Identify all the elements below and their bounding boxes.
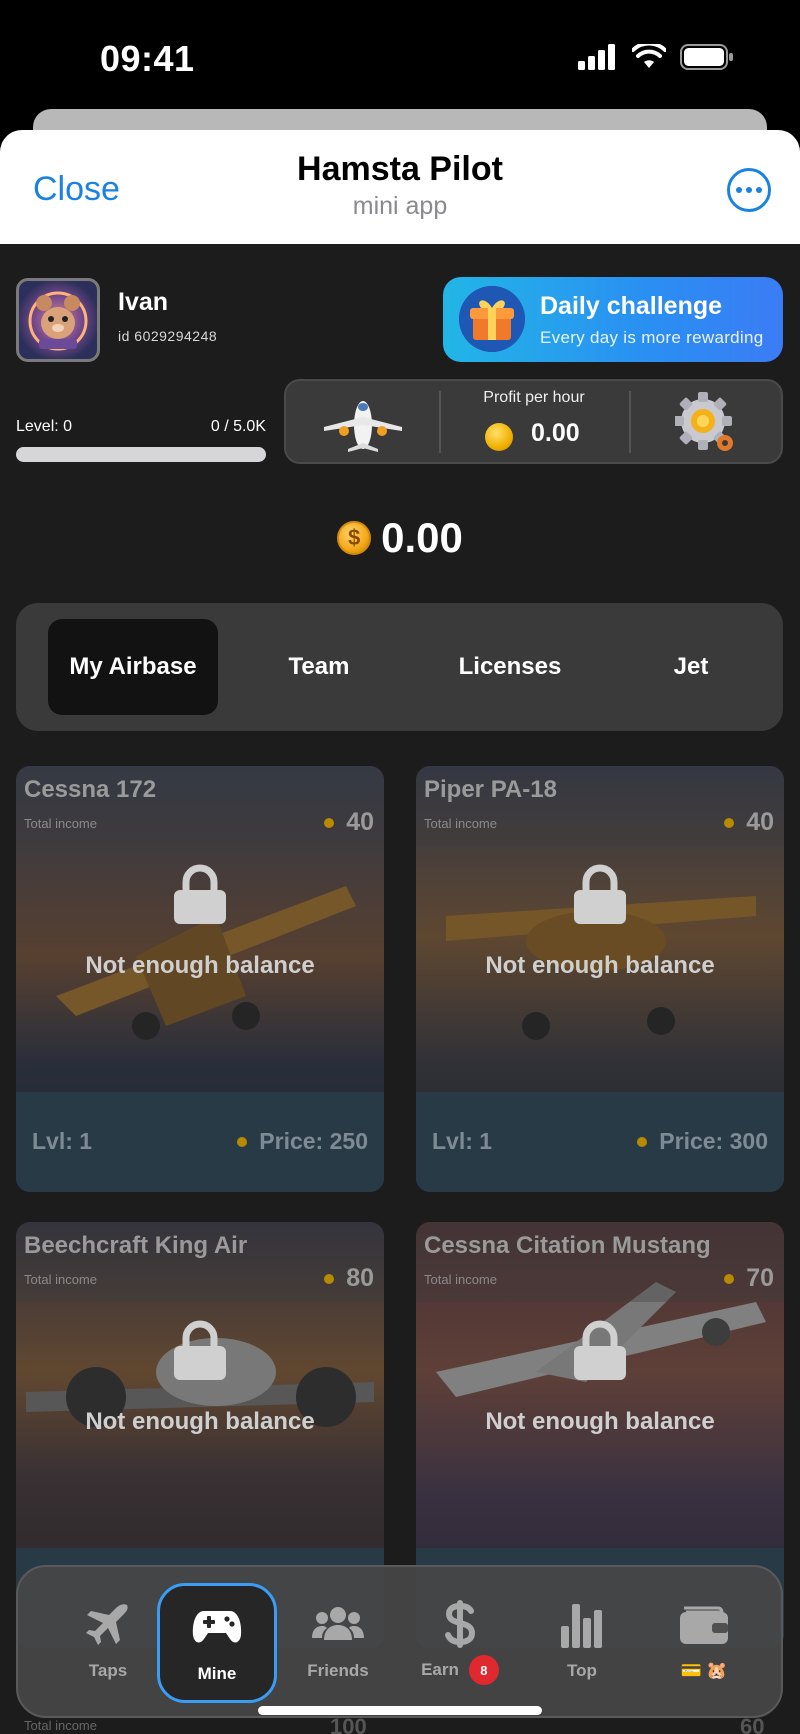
upgrade-card[interactable]: Piper PA-18 Total income 40 Not enough b… — [416, 766, 784, 1192]
card-price: Price: 300 — [637, 1128, 768, 1155]
users-icon — [312, 1597, 364, 1651]
divider — [629, 391, 631, 453]
hamster-avatar-icon — [28, 291, 88, 351]
notification-badge: 8 — [468, 1655, 499, 1685]
signal-icon — [578, 44, 615, 70]
card-title: Cessna Citation Mustang — [424, 1232, 711, 1259]
status-icons — [578, 44, 734, 70]
section-tabs: My Airbase Team Licenses Jet — [16, 603, 783, 731]
level-progress-text: 0 / 5.0K — [210, 418, 266, 435]
status-bar: 09:41 — [0, 0, 800, 149]
gift-icon — [459, 286, 525, 352]
more-options-button[interactable] — [727, 168, 771, 212]
nav-wallet[interactable]: 💳 🐹 — [644, 1583, 764, 1703]
avatar[interactable] — [16, 278, 100, 362]
tab-my-airbase[interactable]: My Airbase — [48, 619, 218, 715]
settings-gear-icon[interactable] — [675, 389, 737, 455]
app-content: Ivan id 6029294248 Daily challenge Every… — [0, 244, 800, 1734]
nav-friends[interactable]: Friends — [278, 1583, 398, 1703]
peek-income-label: Total income — [24, 1718, 97, 1733]
level-progress-bar — [16, 447, 266, 462]
card-title: Cessna 172 — [24, 776, 157, 803]
profit-per-hour-label: Profit per hour — [483, 389, 585, 406]
daily-challenge-subtitle: Every day is more rewarding — [540, 328, 764, 347]
lock-icon — [574, 864, 626, 924]
total-income-label: Total income — [24, 1272, 97, 1287]
daily-challenge-button[interactable]: Daily challenge Every day is more reward… — [443, 277, 783, 362]
app-subtitle: mini app — [352, 192, 448, 220]
app-title: Hamsta Pilot — [297, 150, 503, 188]
dollar-coin-icon: $ — [337, 521, 372, 555]
status-time: 09:41 — [100, 38, 195, 79]
card-level: Lvl: 1 — [432, 1128, 493, 1154]
user-name: Ivan — [118, 288, 169, 316]
total-income-label: Total income — [424, 816, 497, 831]
more-dots-icon — [736, 187, 742, 193]
gamepad-icon — [192, 1600, 242, 1654]
mini-app-header: Close Hamsta Pilot mini app — [0, 130, 800, 244]
coin-icon — [637, 1136, 648, 1147]
total-income-label: Total income — [24, 816, 97, 831]
not-enough-balance-text: Not enough balance — [485, 952, 715, 979]
dollar-icon — [443, 1597, 477, 1651]
total-income-value: 40 — [724, 808, 774, 837]
lock-icon — [174, 1320, 226, 1380]
upgrade-card[interactable]: Cessna 172 Total income 40 Not enough ba… — [16, 766, 384, 1192]
bottom-navigation: Taps Mine Friends Earn 8 Top 💳 🐹 — [16, 1565, 783, 1718]
level-label: Level: 0 — [16, 418, 73, 435]
bar-chart-icon — [561, 1597, 603, 1651]
user-id: id 6029294248 — [118, 328, 218, 344]
not-enough-balance-text: Not enough balance — [85, 1408, 315, 1435]
card-level: Lvl: 1 — [32, 1128, 93, 1154]
coin-icon — [324, 1273, 335, 1284]
lock-icon — [174, 864, 226, 924]
nav-taps[interactable]: Taps — [48, 1583, 168, 1703]
nav-earn[interactable]: Earn 8 — [400, 1583, 520, 1703]
wallet-icon — [678, 1597, 730, 1651]
airplane-icon[interactable] — [322, 391, 404, 457]
lock-icon — [574, 1320, 626, 1380]
total-income-label: Total income — [424, 1272, 497, 1287]
total-income-value: 80 — [324, 1264, 374, 1293]
not-enough-balance-text: Not enough balance — [85, 952, 315, 979]
total-income-value: 70 — [724, 1264, 774, 1293]
daily-challenge-title: Daily challenge — [540, 292, 723, 320]
plane-icon — [85, 1597, 131, 1651]
coin-icon — [485, 423, 513, 451]
card-title: Beechcraft King Air — [24, 1232, 248, 1259]
balance-display: $ 0.00 — [0, 514, 800, 562]
coin-icon — [237, 1136, 248, 1147]
wifi-icon — [632, 44, 666, 68]
total-income-value: 40 — [324, 808, 374, 837]
balance-value: 0.00 — [381, 514, 463, 561]
battery-icon — [680, 44, 733, 70]
tab-licenses[interactable]: Licenses — [430, 619, 590, 715]
nav-mine[interactable]: Mine — [157, 1583, 277, 1703]
card-title: Piper PA-18 — [424, 776, 557, 803]
coin-icon — [724, 1273, 735, 1284]
profit-per-hour-value: 0.00 — [531, 419, 580, 447]
tab-team[interactable]: Team — [254, 619, 384, 715]
coin-icon — [324, 817, 335, 828]
not-enough-balance-text: Not enough balance — [485, 1408, 715, 1435]
card-price: Price: 250 — [237, 1128, 368, 1155]
coin-icon — [724, 817, 735, 828]
stats-panel: Profit per hour 0.00 — [284, 379, 783, 464]
nav-top[interactable]: Top — [522, 1583, 642, 1703]
tab-jet[interactable]: Jet — [626, 619, 756, 715]
home-indicator — [258, 1706, 542, 1715]
